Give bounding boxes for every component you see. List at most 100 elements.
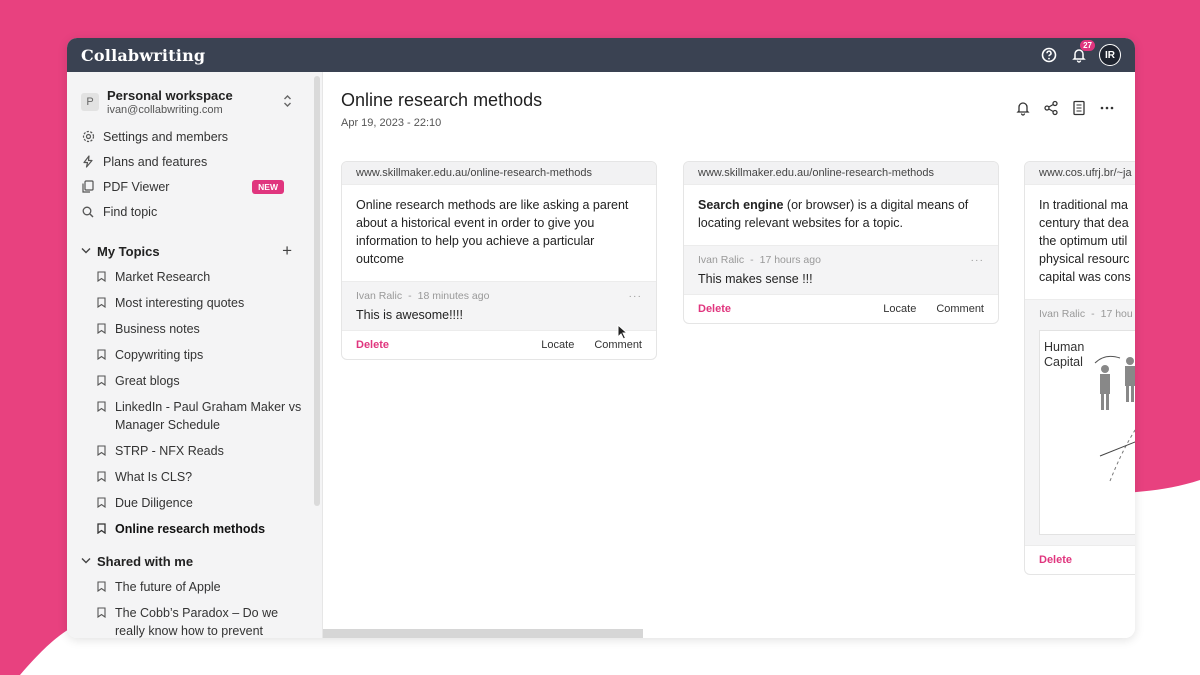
card-source-url[interactable]: www.skillmaker.edu.au/online-research-me… <box>342 162 656 185</box>
chevron-down-icon[interactable] <box>81 556 91 567</box>
my-topics-header[interactable]: My Topics + <box>67 238 322 264</box>
new-badge: NEW <box>252 179 284 194</box>
topic-item[interactable]: Market Research <box>67 264 322 290</box>
mouse-cursor-icon <box>617 324 629 340</box>
topic-label: Most interesting quotes <box>115 296 245 310</box>
pdf-icon <box>81 180 95 193</box>
topic-label: STRP - NFX Reads <box>115 444 224 458</box>
chevron-down-icon[interactable] <box>81 246 91 257</box>
chevron-up-down-icon[interactable] <box>283 94 292 111</box>
menu-item-label: Settings and members <box>103 129 229 144</box>
card-comment: Ivan Ralic -17 hou Human Capital <box>1025 299 1135 545</box>
bookmark-icon <box>97 349 106 360</box>
sidebar-scrollbar[interactable] <box>314 76 320 506</box>
topic-label: Business notes <box>115 322 200 336</box>
add-topic-button[interactable]: + <box>282 241 292 261</box>
delete-button[interactable]: Delete <box>1039 554 1072 566</box>
menu-item-label: Plans and features <box>103 154 208 169</box>
topic-item[interactable]: Due Diligence <box>67 490 322 516</box>
topic-item[interactable]: The Cobb’s Paradox – Do we really know h… <box>67 600 322 638</box>
brand-logo: Collabwriting <box>81 45 206 65</box>
menu-item-find-topic[interactable]: Find topic <box>67 199 322 224</box>
search-icon <box>81 206 95 218</box>
topic-item[interactable]: Copywriting tips <box>67 342 322 368</box>
card-source-url[interactable]: www.cos.ufrj.br/~ja <box>1025 162 1135 185</box>
bookmark-icon <box>97 297 106 308</box>
bookmark-icon <box>97 445 106 456</box>
topic-label: What Is CLS? <box>115 470 193 484</box>
bookmark-icon <box>97 323 106 334</box>
highlight-card: www.skillmaker.edu.au/online-research-me… <box>683 161 999 324</box>
help-icon[interactable] <box>1039 45 1059 65</box>
locate-button[interactable]: Locate <box>541 339 574 351</box>
section-title: My Topics <box>97 243 160 259</box>
topic-item[interactable]: Great blogs <box>67 368 322 394</box>
shared-with-me-header[interactable]: Shared with me <box>67 548 322 574</box>
highlight-bold-term: Search engine <box>698 198 784 212</box>
topic-label: The Cobb’s Paradox – Do we really know h… <box>115 606 279 638</box>
topic-label: The future of Apple <box>115 580 221 594</box>
menu-item-pdf-viewer[interactable]: PDF Viewer NEW <box>67 174 322 199</box>
comment-button[interactable]: Comment <box>936 303 984 315</box>
topic-item[interactable]: Business notes <box>67 316 322 342</box>
topic-item-active[interactable]: Online research methods <box>67 516 322 542</box>
main-content: Online research methods Apr 19, 2023 - 2… <box>323 72 1135 638</box>
top-bar: Collabwriting 27 IR <box>67 38 1135 72</box>
bookmark-icon <box>97 523 106 534</box>
bookmark-icon <box>97 271 106 282</box>
card-highlight-text: Online research methods are like asking … <box>356 198 629 266</box>
topic-item[interactable]: STRP - NFX Reads <box>67 438 322 464</box>
comment-time: 18 minutes ago <box>417 290 490 302</box>
comment-text: This makes sense !!! <box>698 272 813 286</box>
highlight-card: www.skillmaker.edu.au/online-research-me… <box>341 161 657 360</box>
card-comment: Ivan Ralic -18 minutes ago ··· This is awe… <box>342 281 656 330</box>
workspace-email: ivan@collabwriting.com <box>107 104 223 116</box>
bookmark-icon <box>97 581 106 592</box>
user-avatar[interactable]: IR <box>1099 44 1121 66</box>
bolt-icon <box>81 155 95 168</box>
menu-item-label: Find topic <box>103 204 158 219</box>
section-title: Shared with me <box>97 553 194 569</box>
comment-more-icon[interactable]: ··· <box>629 290 643 302</box>
page-actions <box>1015 100 1115 121</box>
topic-item[interactable]: LinkedIn - Paul Graham Maker vs Manager … <box>67 394 322 438</box>
delete-button[interactable]: Delete <box>698 303 731 315</box>
page-date: Apr 19, 2023 - 22:10 <box>341 117 442 129</box>
notifications-bell-icon[interactable]: 27 <box>1069 40 1095 65</box>
sidebar: P Personal workspace ivan@collabwriting.… <box>67 72 323 638</box>
topic-label: LinkedIn - Paul Graham Maker vs Manager … <box>115 400 302 432</box>
card-highlight-text: In traditional ma century that dea the o… <box>1039 198 1131 284</box>
my-topics-list: Market Research Most interesting quotes … <box>67 264 322 542</box>
comment-more-icon[interactable]: ··· <box>971 254 985 266</box>
comment-image: Human Capital <box>1039 330 1135 535</box>
workspace-switcher[interactable]: P Personal workspace ivan@collabwriting.… <box>67 72 322 124</box>
menu-item-settings[interactable]: Settings and members <box>67 124 322 149</box>
locate-button[interactable]: Locate <box>883 303 916 315</box>
menu-item-label: PDF Viewer <box>103 179 170 194</box>
bookmark-icon <box>97 401 106 412</box>
card-footer: Delete Locate Comment <box>342 330 656 359</box>
card-footer: Delete <box>1025 545 1135 574</box>
more-options-icon[interactable] <box>1099 100 1115 121</box>
image-label: Human Capital <box>1044 340 1085 369</box>
topic-item[interactable]: Most interesting quotes <box>67 290 322 316</box>
app-window: Collabwriting 27 IR P Personal workspace… <box>67 38 1135 638</box>
document-icon[interactable] <box>1071 100 1087 121</box>
topic-label: Online research methods <box>115 522 266 536</box>
bookmark-icon <box>97 471 106 482</box>
topic-item[interactable]: The future of Apple <box>67 574 322 600</box>
topic-label: Due Diligence <box>115 496 193 510</box>
comment-button[interactable]: Comment <box>594 339 642 351</box>
workspace-name: Personal workspace <box>107 88 233 103</box>
topic-item[interactable]: What Is CLS? <box>67 464 322 490</box>
horizontal-scrollbar[interactable] <box>323 629 643 638</box>
share-icon[interactable] <box>1043 100 1059 121</box>
card-comment: Ivan Ralic -17 hours ago ··· This makes se… <box>684 245 998 294</box>
menu-item-plans[interactable]: Plans and features <box>67 149 322 174</box>
topic-label: Great blogs <box>115 374 180 388</box>
bell-icon[interactable] <box>1015 100 1031 121</box>
delete-button[interactable]: Delete <box>356 339 389 351</box>
workspace-avatar: P <box>81 93 99 111</box>
card-source-url[interactable]: www.skillmaker.edu.au/online-research-me… <box>684 162 998 185</box>
page-title: Online research methods <box>341 90 543 110</box>
